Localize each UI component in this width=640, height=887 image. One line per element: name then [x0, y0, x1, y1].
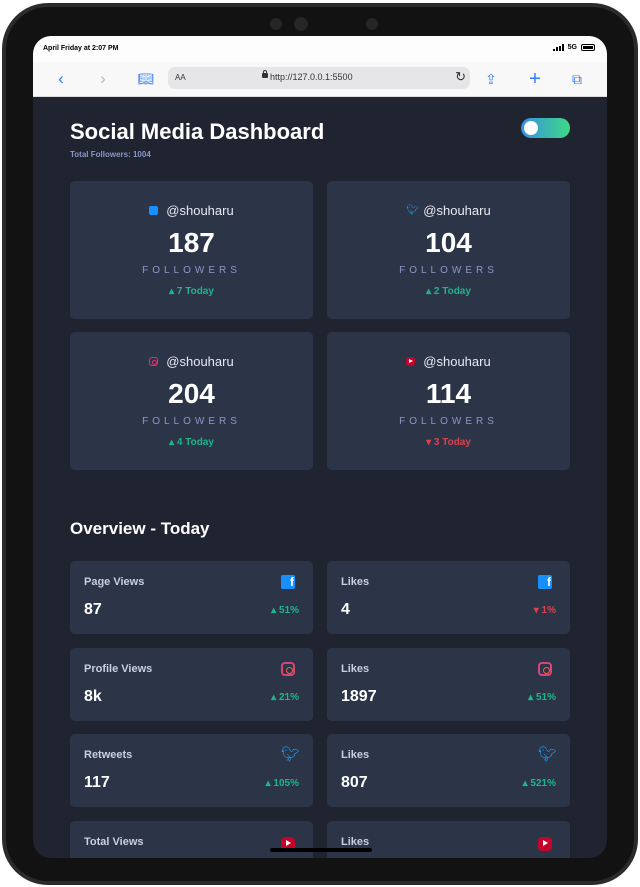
screen: April Friday at 2:07 PM 5G ‹ › 📖︎ AA htt…	[33, 36, 607, 858]
arrow-down-icon: ▾	[426, 437, 434, 448]
followers-label: FOLLOWERS	[399, 265, 498, 276]
overview-card[interactable]: Likes 🐦︎ 807 ▴ 521%	[327, 734, 570, 807]
card-handle: @shouharu	[70, 203, 313, 218]
follower-count: 114	[425, 378, 472, 409]
network-label: 5G	[567, 44, 577, 51]
metric-change: ▴ 105%	[265, 778, 299, 789]
daily-change: ▴ 4 Today	[169, 437, 214, 448]
follower-card-twitter[interactable]: 🐦︎ @shouharu 104 FOLLOWERS ▴ 2 Today	[327, 181, 570, 319]
overview-card[interactable]: Total Views	[70, 821, 313, 858]
overview-card[interactable]: Likes f 4 ▾ 1%	[327, 561, 570, 634]
card-handle: @shouharu	[327, 354, 570, 369]
twitter-icon: 🐦︎	[281, 746, 301, 763]
instagram-icon	[538, 662, 552, 676]
reload-icon[interactable]: ↻	[455, 69, 466, 85]
overview-card[interactable]: Likes 1897 ▴ 51%	[327, 648, 570, 721]
metric-value: 4	[341, 601, 350, 618]
address-bar[interactable]: AA http://127.0.0.1:5500 ↻	[168, 67, 470, 89]
forward-icon[interactable]: ›	[93, 69, 113, 89]
camera-dot	[366, 18, 378, 30]
total-followers: Total Followers: 1004	[70, 150, 151, 159]
metric-change: ▴ 521%	[522, 778, 556, 789]
dark-mode-toggle[interactable]	[521, 118, 570, 138]
arrow-up-icon: ▴	[169, 286, 177, 297]
back-icon[interactable]: ‹	[51, 69, 71, 89]
daily-change: ▴ 7 Today	[169, 286, 214, 297]
signal-icon	[552, 44, 564, 51]
status-bar: April Friday at 2:07 PM 5G	[33, 36, 607, 62]
home-indicator[interactable]	[270, 848, 372, 852]
follower-count: 187	[168, 227, 215, 258]
metric-label: Retweets	[84, 749, 133, 761]
battery-icon	[581, 44, 595, 51]
metric-change: ▴ 51%	[271, 605, 299, 616]
bookmarks-icon[interactable]: 📖︎	[136, 69, 156, 89]
url-text[interactable]: http://127.0.0.1:5500	[270, 72, 353, 82]
metric-label: Likes	[341, 836, 370, 848]
metric-label: Profile Views	[84, 663, 153, 675]
twitter-icon: 🐦︎	[538, 746, 558, 763]
metric-value: 8k	[84, 688, 102, 705]
metric-label: Likes	[341, 576, 370, 588]
metric-label: Page Views	[84, 576, 145, 588]
facebook-icon	[149, 206, 159, 215]
twitter-icon: 🐦︎	[406, 205, 419, 216]
metric-value: 807	[341, 774, 368, 791]
overview-card[interactable]: Likes	[327, 821, 570, 858]
tabs-icon[interactable]: ⧉	[567, 69, 587, 89]
browser-toolbar: ‹ › 📖︎ AA http://127.0.0.1:5500 ↻ ⇪ + ⧉	[33, 62, 607, 97]
status-time: April Friday at 2:07 PM	[43, 45, 119, 52]
follower-count: 204	[168, 378, 215, 409]
youtube-icon	[538, 837, 552, 851]
followers-label: FOLLOWERS	[142, 265, 241, 276]
status-indicators: 5G	[552, 44, 595, 51]
overview-card[interactable]: Profile Views 8k ▴ 21%	[70, 648, 313, 721]
overview-title: Overview - Today	[70, 519, 210, 538]
followers-label: FOLLOWERS	[142, 416, 241, 427]
lock-icon	[262, 70, 268, 78]
camera-lens	[294, 17, 308, 31]
metric-label: Likes	[341, 663, 370, 675]
new-tab-icon[interactable]: +	[525, 69, 545, 89]
metric-change: ▾ 1%	[533, 605, 556, 616]
arrow-up-icon: ▴	[169, 437, 177, 448]
follower-card-facebook[interactable]: @shouharu 187 FOLLOWERS ▴ 7 Today	[70, 181, 313, 319]
metric-change: ▴ 21%	[271, 692, 299, 703]
youtube-icon	[406, 357, 416, 366]
metric-value: 1897	[341, 688, 377, 705]
camera-dot	[270, 18, 282, 30]
page-title: Social Media Dashboard	[70, 119, 325, 144]
daily-change: ▾ 3 Today	[426, 437, 471, 448]
facebook-icon: f	[281, 575, 295, 589]
arrow-up-icon: ▴	[426, 286, 434, 297]
facebook-icon: f	[538, 575, 552, 589]
metric-label: Total Views	[84, 836, 144, 848]
instagram-icon	[149, 357, 159, 366]
toggle-knob	[524, 121, 538, 135]
metric-label: Likes	[341, 749, 370, 761]
dashboard: Social Media Dashboard Total Followers: …	[33, 97, 607, 858]
daily-change: ▴ 2 Today	[426, 286, 471, 297]
card-handle: @shouharu	[70, 354, 313, 369]
reader-button[interactable]: AA	[175, 73, 186, 82]
overview-card[interactable]: Page Views f 87 ▴ 51%	[70, 561, 313, 634]
follower-count: 104	[425, 227, 472, 258]
follower-card-youtube[interactable]: @shouharu 114 FOLLOWERS ▾ 3 Today	[327, 332, 570, 470]
card-handle: 🐦︎ @shouharu	[406, 203, 491, 218]
metric-value: 87	[84, 601, 102, 618]
overview-card[interactable]: Retweets 🐦︎ 117 ▴ 105%	[70, 734, 313, 807]
follower-card-instagram[interactable]: @shouharu 204 FOLLOWERS ▴ 4 Today	[70, 332, 313, 470]
instagram-icon	[281, 662, 295, 676]
metric-change: ▴ 51%	[528, 692, 556, 703]
share-icon[interactable]: ⇪	[481, 69, 501, 89]
metric-value: 117	[84, 774, 110, 791]
followers-label: FOLLOWERS	[399, 416, 498, 427]
